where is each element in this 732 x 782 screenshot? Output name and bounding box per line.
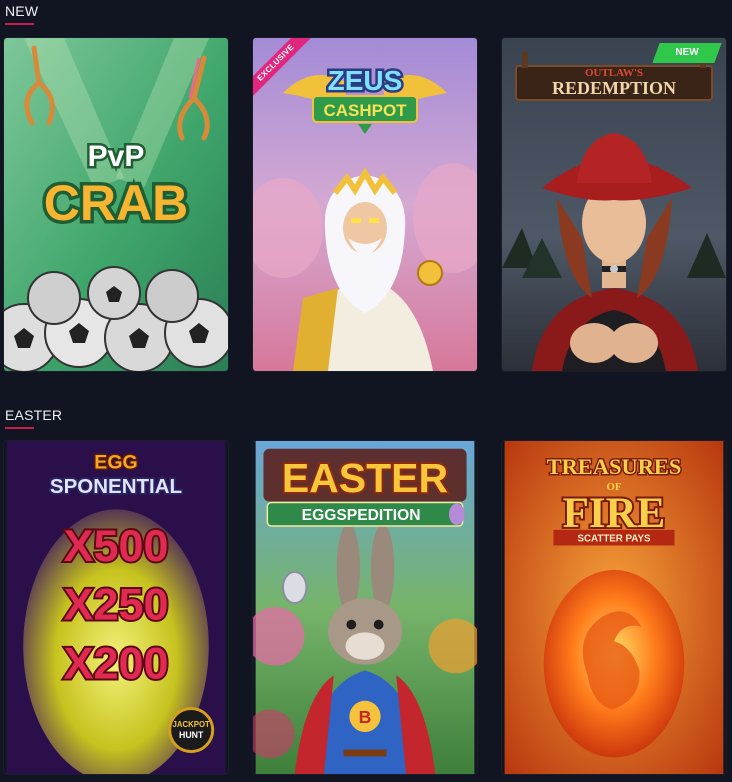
zeus-cashpot-title-line1: ZEUS [328,65,403,96]
section-title-new: NEW [5,3,39,25]
section-title-easter: EASTER [5,407,63,429]
game-card-outlaws-redemption[interactable]: OUTLAW'S REDEMPTION NEW [502,38,726,371]
eggsponential-artwork: EGG SPONENTIAL X500 X250 X200 JACKPOT HU… [6,441,226,774]
easter-title-line1: EASTER [282,455,448,501]
multiplier-x200: X200 [64,637,169,688]
outlaws-title-line2: REDEMPTION [552,78,676,98]
zeus-cashpot-title-line2: CASHPOT [323,101,407,120]
game-card-eggsponential[interactable]: EGG SPONENTIAL X500 X250 X200 JACKPOT HU… [4,441,228,774]
pvp-crab-artwork: PvP CRAB [4,38,228,371]
game-card-treasures-of-fire[interactable]: TREASURES OF FIRE SCATTER PAYS [502,441,726,774]
game-card-pvp-crab[interactable]: PvP CRAB [4,38,228,371]
jackpot-hunt-line2: HUNT [179,730,204,740]
outlaws-redemption-artwork: OUTLAW'S REDEMPTION [502,38,726,371]
jackpot-hunt-line1: JACKPOT [173,720,210,729]
game-card-easter-eggspedition[interactable]: B EASTER EGGSPEDITION [253,441,477,774]
treasures-subtitle: SCATTER PAYS [578,534,651,545]
eggsponential-title-line2: SPONENTIAL [50,475,182,498]
pvp-crab-title-line2: CRAB [44,175,188,231]
new-badge-label: NEW [675,47,699,58]
new-badge: NEW [652,43,722,63]
multiplier-x250: X250 [64,579,169,630]
easter-eggspedition-artwork: B EASTER EGGSPEDITION [253,441,477,774]
eggsponential-title-line1: EGG [94,451,137,473]
game-card-zeus-cashpot[interactable]: ZEUS CASHPOT EXCLUSIVE [253,38,477,371]
bunny-emblem: B [359,707,372,727]
easter-title-line2: EGGSPEDITION [302,507,421,524]
multiplier-x500: X500 [64,520,169,571]
treasures-title-line1: TREASURES [547,454,682,479]
pvp-crab-title-line1: PvP [88,140,145,173]
treasures-of-fire-artwork: TREASURES OF FIRE SCATTER PAYS [504,441,724,774]
zeus-cashpot-artwork: ZEUS CASHPOT [253,38,477,371]
